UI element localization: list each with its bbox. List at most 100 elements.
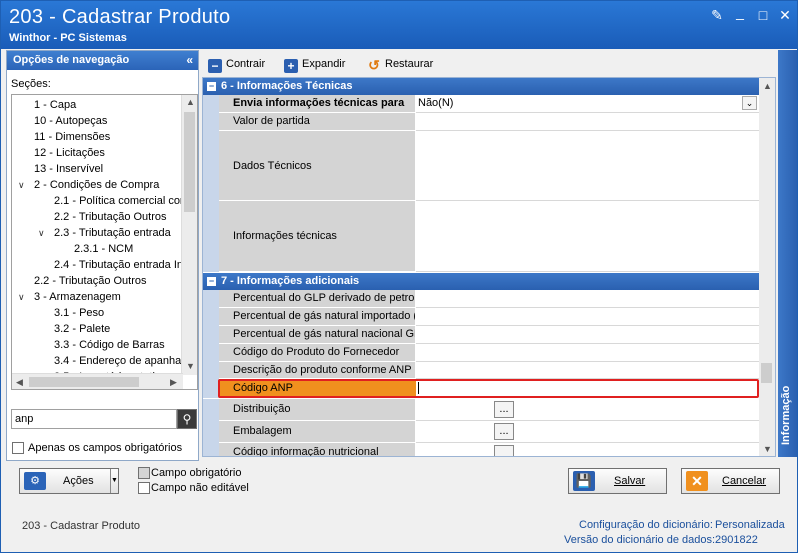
tree-item[interactable]: 11 - Dimensões: [34, 129, 110, 145]
status-screen-name: 203 - Cadastrar Produto: [22, 520, 141, 532]
row-dados-tecnicos[interactable]: Dados Técnicos: [203, 131, 759, 201]
section-collapse-icon[interactable]: −: [207, 277, 216, 286]
tree-item[interactable]: 2.2 - Tributação Outros: [34, 273, 147, 289]
tree-expander-icon[interactable]: ∨: [38, 228, 48, 239]
section-search-input[interactable]: anp: [11, 409, 177, 429]
not-editable-legend-label: Campo não editável: [151, 482, 249, 494]
gas-nacional-input[interactable]: [416, 326, 759, 344]
scroll-left-icon[interactable]: ◀: [16, 377, 23, 388]
tree-item[interactable]: 3.3 - Código de Barras: [54, 337, 165, 353]
row-embalagem[interactable]: Embalagem ...: [203, 421, 759, 443]
restore-button[interactable]: ↺ Restaurar: [367, 55, 433, 73]
cod-fornecedor-input[interactable]: [416, 344, 759, 362]
tree-item[interactable]: 3.4 - Endereço de apanha: [54, 353, 181, 369]
chevron-down-icon[interactable]: ⌄: [742, 96, 757, 110]
glp-input[interactable]: [416, 290, 759, 308]
tree-item[interactable]: 13 - Inservível: [34, 161, 103, 177]
tree-item[interactable]: 2.2 - Tributação Outros: [54, 209, 167, 225]
actions-button[interactable]: ⚙ Ações ▼: [19, 468, 119, 494]
close-button[interactable]: ✕: [777, 7, 793, 23]
scroll-thumb[interactable]: [761, 363, 772, 383]
dados-tecnicos-textarea[interactable]: [416, 131, 759, 201]
navigation-header-title: Opções de navegação: [13, 54, 130, 66]
scroll-right-icon[interactable]: ▶: [170, 377, 177, 388]
row-gas-importado[interactable]: Percentual de gás natural importado (: [203, 308, 759, 326]
tree-horizontal-scrollbar[interactable]: ◀ ▶: [12, 373, 183, 389]
cancel-button[interactable]: ✕ Cancelar: [681, 468, 780, 494]
tree-expander-icon[interactable]: ∨: [18, 292, 28, 303]
scroll-down-icon[interactable]: ▼: [763, 444, 772, 454]
row-cod-nutricional[interactable]: Código informação nutricional: [203, 443, 759, 456]
collapse-panel-icon[interactable]: «: [186, 51, 193, 70]
cod-nutricional-input[interactable]: [416, 443, 759, 456]
cod-nutricional-lookup-button[interactable]: [494, 445, 514, 456]
info-tecnicas-textarea[interactable]: [416, 201, 759, 272]
row-valor-partida[interactable]: Valor de partida: [203, 113, 759, 131]
config-value: Personalizada: [715, 519, 785, 531]
row-distribuicao[interactable]: Distribuição ...: [203, 399, 759, 421]
save-button[interactable]: 💾 Salvar: [568, 468, 667, 494]
desc-anp-input[interactable]: [416, 362, 759, 379]
row-gas-nacional[interactable]: Percentual de gás natural nacional GL: [203, 326, 759, 344]
field-label: Distribuição: [219, 399, 416, 421]
restore-icon: ↺: [368, 57, 380, 73]
required-only-checkbox[interactable]: [12, 442, 24, 454]
section-collapse-icon[interactable]: −: [207, 82, 216, 91]
tree-item[interactable]: 2.4 - Tributação entrada In: [54, 257, 183, 273]
minimize-button[interactable]: _: [732, 4, 748, 20]
envia-info-select[interactable]: Não(N) ⌄: [416, 95, 759, 113]
row-info-tecnicas[interactable]: Informações técnicas: [203, 201, 759, 272]
valor-partida-input[interactable]: [416, 113, 759, 131]
embalagem-lookup-button[interactable]: ...: [494, 423, 514, 440]
row-envia-info[interactable]: Envia informações técnicas para Não(N) ⌄: [203, 95, 759, 113]
tree-item[interactable]: 3.2 - Palete: [54, 321, 110, 337]
tree-item[interactable]: 3 - Armazenagem: [34, 289, 121, 305]
distribuicao-lookup-button[interactable]: ...: [494, 401, 514, 418]
info-side-tab[interactable]: Informação: [778, 50, 797, 457]
sections-tree[interactable]: 1 - Capa 10 - Autopeças 11 - Dimensões 12 -…: [11, 94, 198, 390]
search-button[interactable]: ⚲: [177, 409, 197, 429]
sections-label: Seções:: [11, 78, 51, 90]
tree-item[interactable]: 3.1 - Peso: [54, 305, 104, 321]
plus-icon: +: [284, 59, 298, 73]
cancel-icon: ✕: [686, 471, 708, 491]
tree-item[interactable]: 10 - Autopeças: [34, 113, 107, 129]
minus-icon: −: [208, 59, 222, 73]
tree-expander-icon[interactable]: ∨: [18, 180, 28, 191]
collapse-button[interactable]: − Contrair: [208, 55, 265, 73]
tree-item[interactable]: 1 - Capa: [34, 97, 76, 113]
field-label: Código informação nutricional: [219, 443, 416, 456]
tree-item[interactable]: 12 - Licitações: [34, 145, 105, 161]
tree-item[interactable]: 2.1 - Política comercial com: [54, 193, 183, 209]
customize-icon[interactable]: ✎: [709, 7, 725, 23]
section-header-6[interactable]: −6 - Informações Técnicas: [203, 78, 759, 95]
row-desc-anp[interactable]: Descrição do produto conforme ANP: [203, 362, 759, 379]
field-label: Valor de partida: [219, 113, 416, 131]
scroll-up-icon[interactable]: ▲: [763, 81, 772, 91]
maximize-button[interactable]: □: [755, 7, 771, 23]
row-glp[interactable]: Percentual do GLP derivado de petrol: [203, 290, 759, 308]
row-cod-fornecedor[interactable]: Código do Produto do Fornecedor: [203, 344, 759, 362]
main-window: 203 - Cadastrar Produto Winthor - PC Sis…: [0, 0, 798, 553]
tree-vertical-scrollbar[interactable]: ▲ ▼: [181, 95, 197, 375]
embalagem-input[interactable]: ...: [416, 421, 759, 443]
title-bar: 203 - Cadastrar Produto Winthor - PC Sis…: [1, 1, 797, 49]
required-legend-label: Campo obrigatório: [151, 467, 242, 479]
distribuicao-input[interactable]: ...: [416, 399, 759, 421]
scroll-thumb[interactable]: [29, 377, 139, 387]
gas-importado-input[interactable]: [416, 308, 759, 326]
actions-dropdown-icon[interactable]: ▼: [110, 469, 118, 493]
grid-vertical-scrollbar[interactable]: ▲ ▼: [759, 78, 775, 456]
row-cod-anp[interactable]: Código ANP: [203, 379, 759, 398]
scroll-down-icon[interactable]: ▼: [186, 361, 195, 371]
scroll-up-icon[interactable]: ▲: [186, 97, 195, 107]
field-label: Código do Produto do Fornecedor: [219, 344, 416, 362]
field-label: Envia informações técnicas para: [219, 95, 416, 113]
version-label: Versão do dicionário de dados:: [564, 534, 716, 546]
tree-item[interactable]: 2.3.1 - NCM: [74, 241, 133, 257]
scroll-thumb[interactable]: [184, 112, 195, 212]
expand-button[interactable]: + Expandir: [284, 55, 345, 73]
section-header-7[interactable]: −7 - Informações adicionais: [203, 273, 759, 290]
tree-item[interactable]: 2 - Condições de Compra: [34, 177, 159, 193]
tree-item[interactable]: 2.3 - Tributação entrada: [54, 225, 171, 241]
